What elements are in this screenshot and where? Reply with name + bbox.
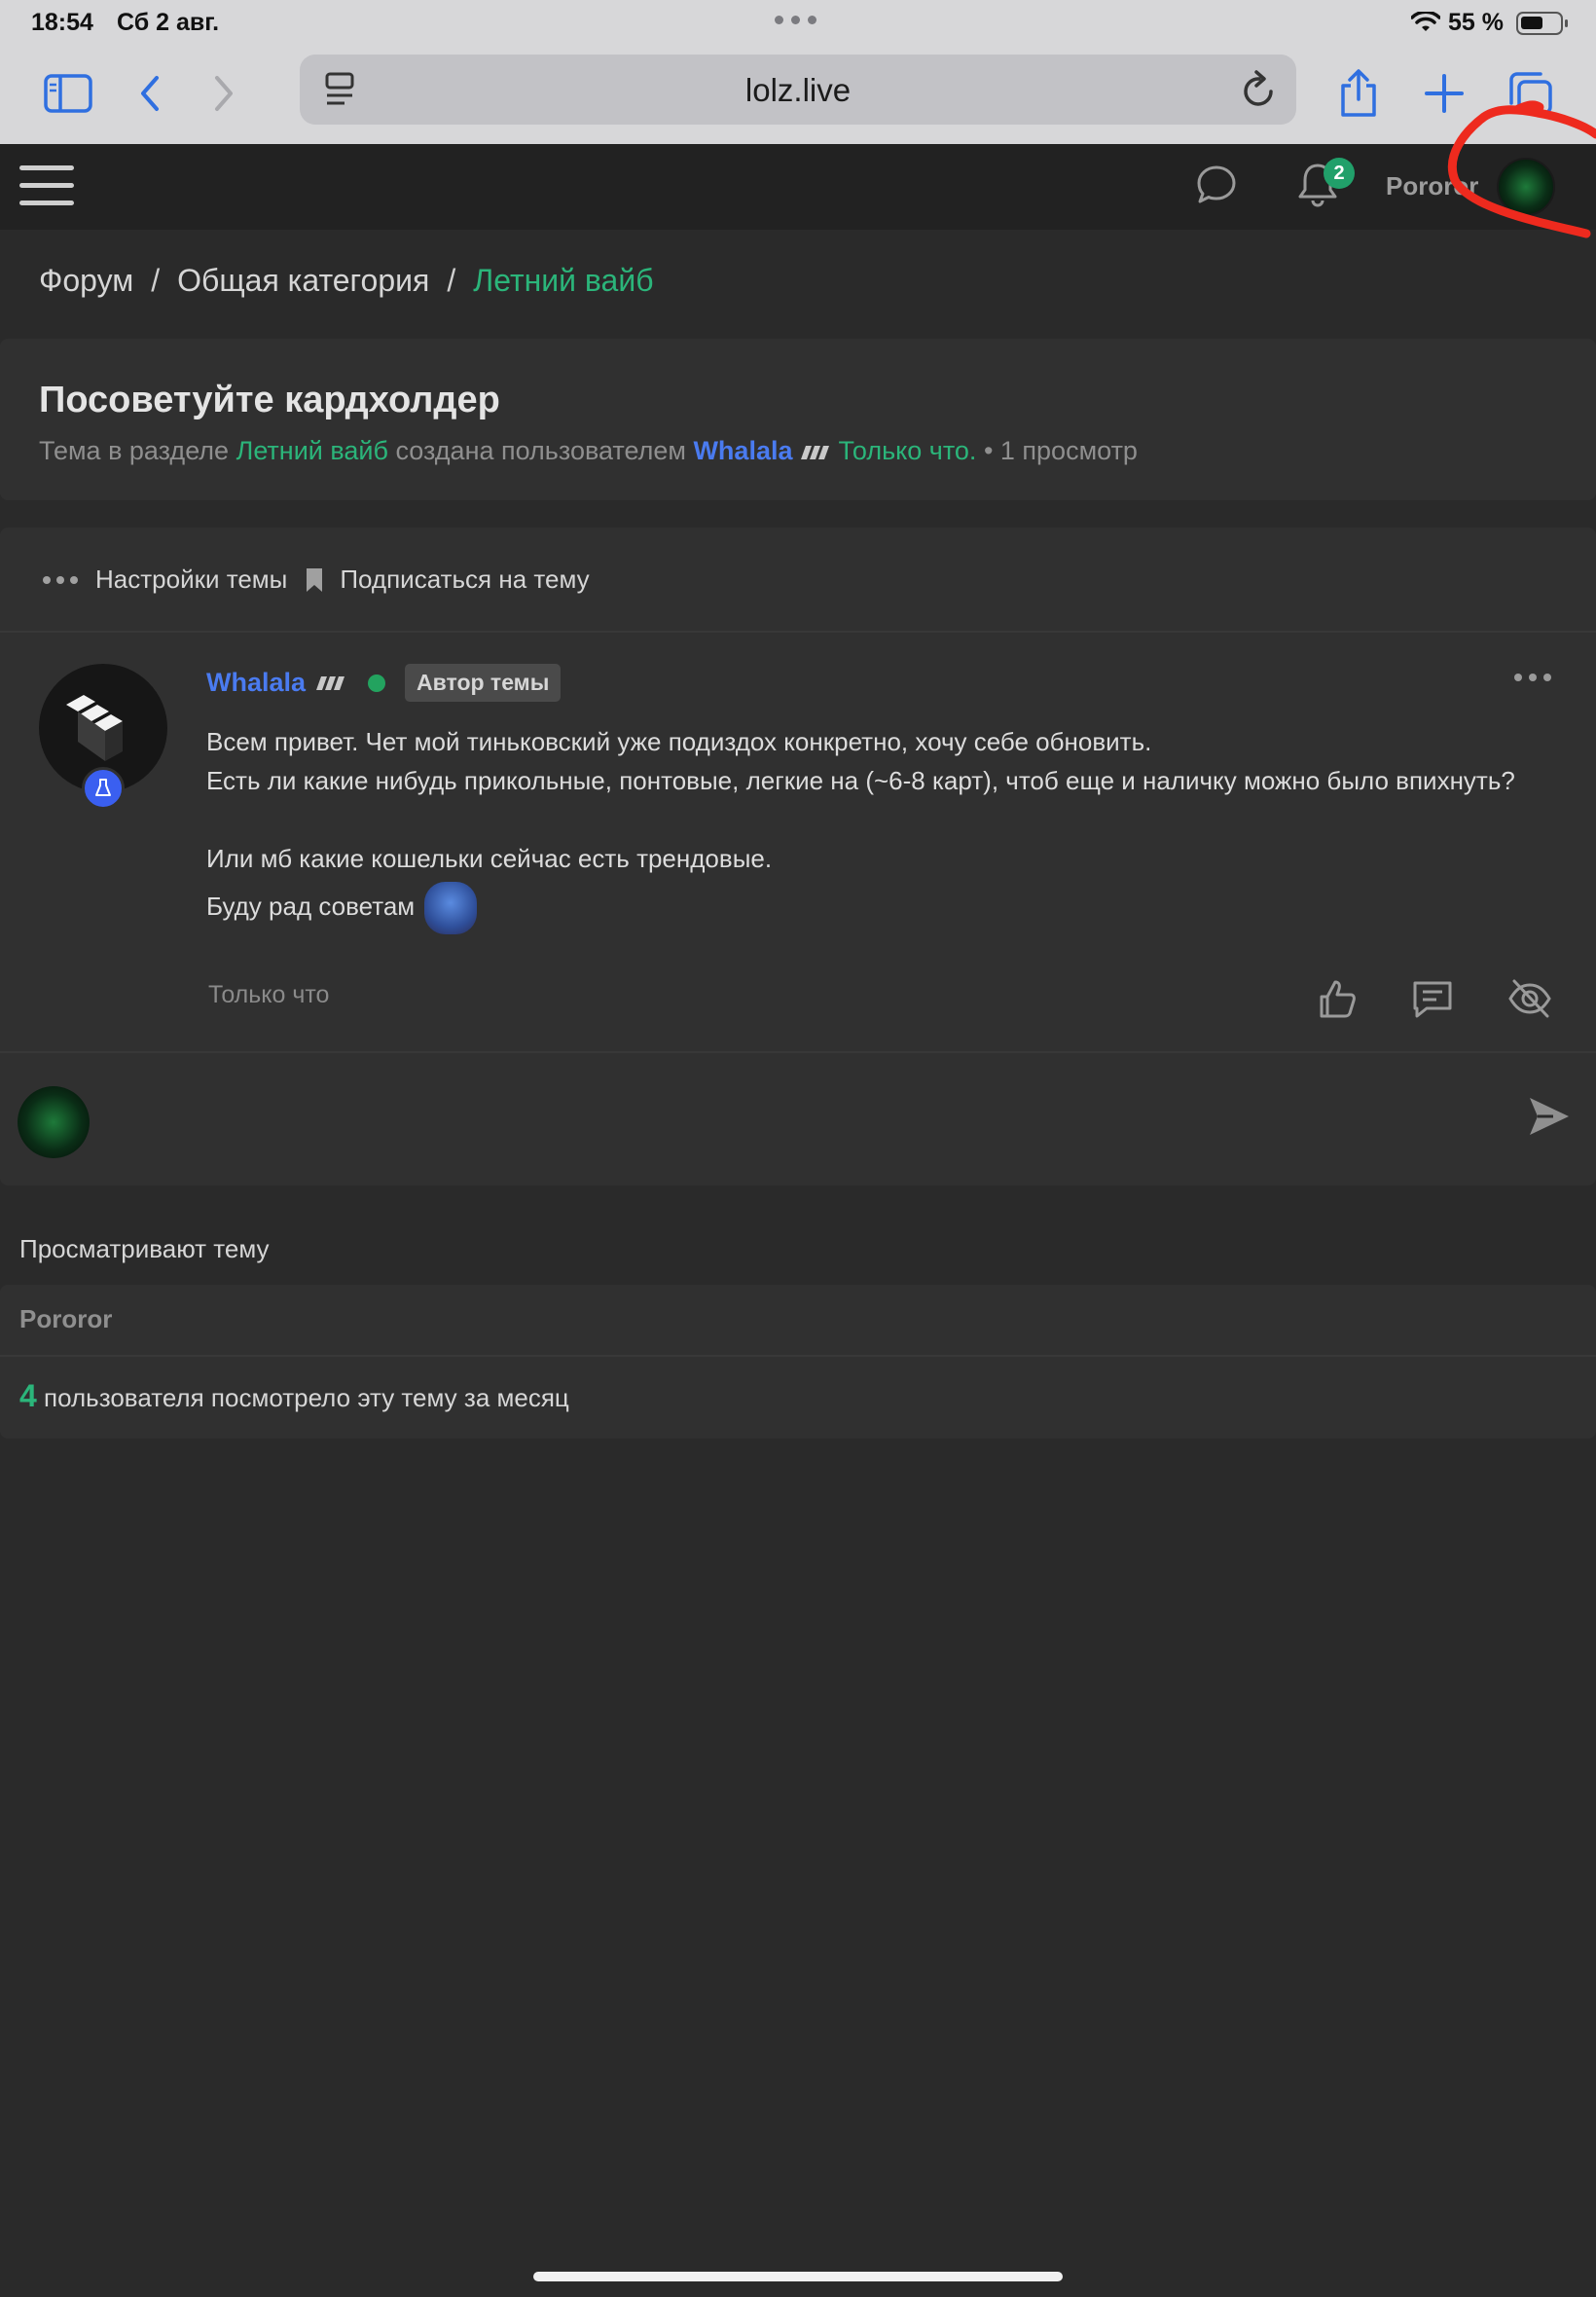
breadcrumb-separator: / (151, 263, 161, 298)
post-line: Всем привет. Чет мой тиньковский уже под… (206, 727, 1152, 756)
post-line-empty (206, 800, 1569, 839)
notification-badge: 2 (1324, 158, 1355, 189)
post-line: Есть ли какие нибудь прикольные, понтовы… (206, 766, 1515, 795)
user-rank-icon (801, 445, 829, 459)
post-line: Буду рад советам (206, 891, 416, 921)
user-rank-icon (316, 675, 345, 690)
meta-author-link[interactable]: Whalala (693, 436, 792, 465)
home-indicator[interactable] (533, 2272, 1063, 2281)
reload-icon[interactable] (1240, 68, 1279, 111)
thread-settings-link[interactable]: Настройки темы (95, 565, 287, 595)
viewers-title: Просматривают тему (19, 1234, 270, 1263)
chat-icon[interactable] (1195, 164, 1238, 206)
menu-icon[interactable] (19, 162, 74, 210)
reply-avatar (18, 1086, 90, 1158)
back-icon[interactable] (123, 66, 177, 121)
divider (0, 631, 1596, 633)
breadcrumb-category[interactable]: Общая категория (177, 263, 429, 299)
viewer-username[interactable]: Pororor (19, 1304, 112, 1334)
divider (0, 1355, 1596, 1357)
forward-icon[interactable] (197, 66, 251, 121)
browser-toolbar: lolz.live (0, 45, 1596, 144)
battery-percent: 55 % (1448, 9, 1504, 36)
breadcrumb-forum[interactable]: Форум (39, 263, 133, 299)
user-group-badge-icon (82, 767, 125, 810)
online-status-dot (368, 674, 386, 692)
meta-mid: создана пользователем (395, 436, 686, 465)
status-bar: 18:54 Сб 2 авг. 55 % (0, 0, 1596, 45)
breadcrumb-section[interactable]: Летний вайб (473, 263, 653, 299)
post-timestamp[interactable]: Только что (208, 981, 329, 1009)
address-bar[interactable]: lolz.live (300, 55, 1296, 125)
viewers-block: Pororor 4 пользователя посмотрело эту те… (0, 1285, 1596, 1439)
site-header: 2 Pororor (0, 144, 1596, 230)
meta-views: • 1 просмотр (983, 436, 1138, 465)
wifi-icon (1411, 12, 1440, 31)
topic-header: Посоветуйте кардхолдер Тема в разделе Ле… (0, 339, 1596, 500)
topic-meta: Тема в разделе Летний вайб создана польз… (39, 436, 1138, 466)
post-author-name[interactable]: Whalala (206, 668, 306, 698)
author-badge: Автор темы (405, 664, 562, 702)
status-time: 18:54 (31, 9, 93, 36)
viewers-count-number: 4 (19, 1378, 37, 1413)
page-title: Посоветуйте кардхолдер (39, 380, 500, 420)
viewers-count: 4 пользователя посмотрело эту тему за ме… (19, 1378, 569, 1414)
meta-section-link[interactable]: Летний вайб (236, 436, 388, 465)
breadcrumb-separator: / (447, 263, 456, 298)
hide-icon[interactable] (1506, 977, 1553, 1020)
post-line: Или мб какие кошельки сейчас есть трендо… (206, 844, 773, 873)
share-icon[interactable] (1331, 66, 1386, 121)
meta-prefix: Тема в разделе (39, 436, 230, 465)
viewers-count-text: пользователя посмотрело эту тему за меся… (44, 1383, 569, 1412)
stitch-sticker-icon (424, 882, 478, 934)
reply-icon[interactable] (1411, 977, 1454, 1020)
status-date: Сб 2 авг. (117, 9, 220, 36)
post-content: Всем привет. Чет мой тиньковский уже под… (206, 722, 1569, 934)
subscribe-link[interactable]: Подписаться на тему (340, 565, 589, 595)
more-dots-icon[interactable] (43, 575, 78, 584)
battery-icon (1516, 12, 1568, 35)
multitasking-dots-icon[interactable] (775, 16, 816, 24)
red-annotation-mark (1447, 100, 1596, 238)
thread-actions: Настройки темы Подписаться на тему (43, 565, 590, 595)
like-icon[interactable] (1316, 977, 1359, 1020)
breadcrumb: Форум / Общая категория / Летний вайб (39, 263, 654, 299)
url-text: lolz.live (744, 72, 852, 108)
bookmark-icon[interactable] (305, 566, 324, 594)
meta-created: Только что. (838, 436, 977, 465)
quick-reply-bar[interactable] (0, 1053, 1596, 1185)
sidebar-icon[interactable] (41, 66, 95, 121)
post-author-line: Whalala Автор темы (206, 664, 562, 702)
send-icon[interactable] (1526, 1094, 1573, 1139)
post-more-icon[interactable] (1514, 674, 1551, 681)
